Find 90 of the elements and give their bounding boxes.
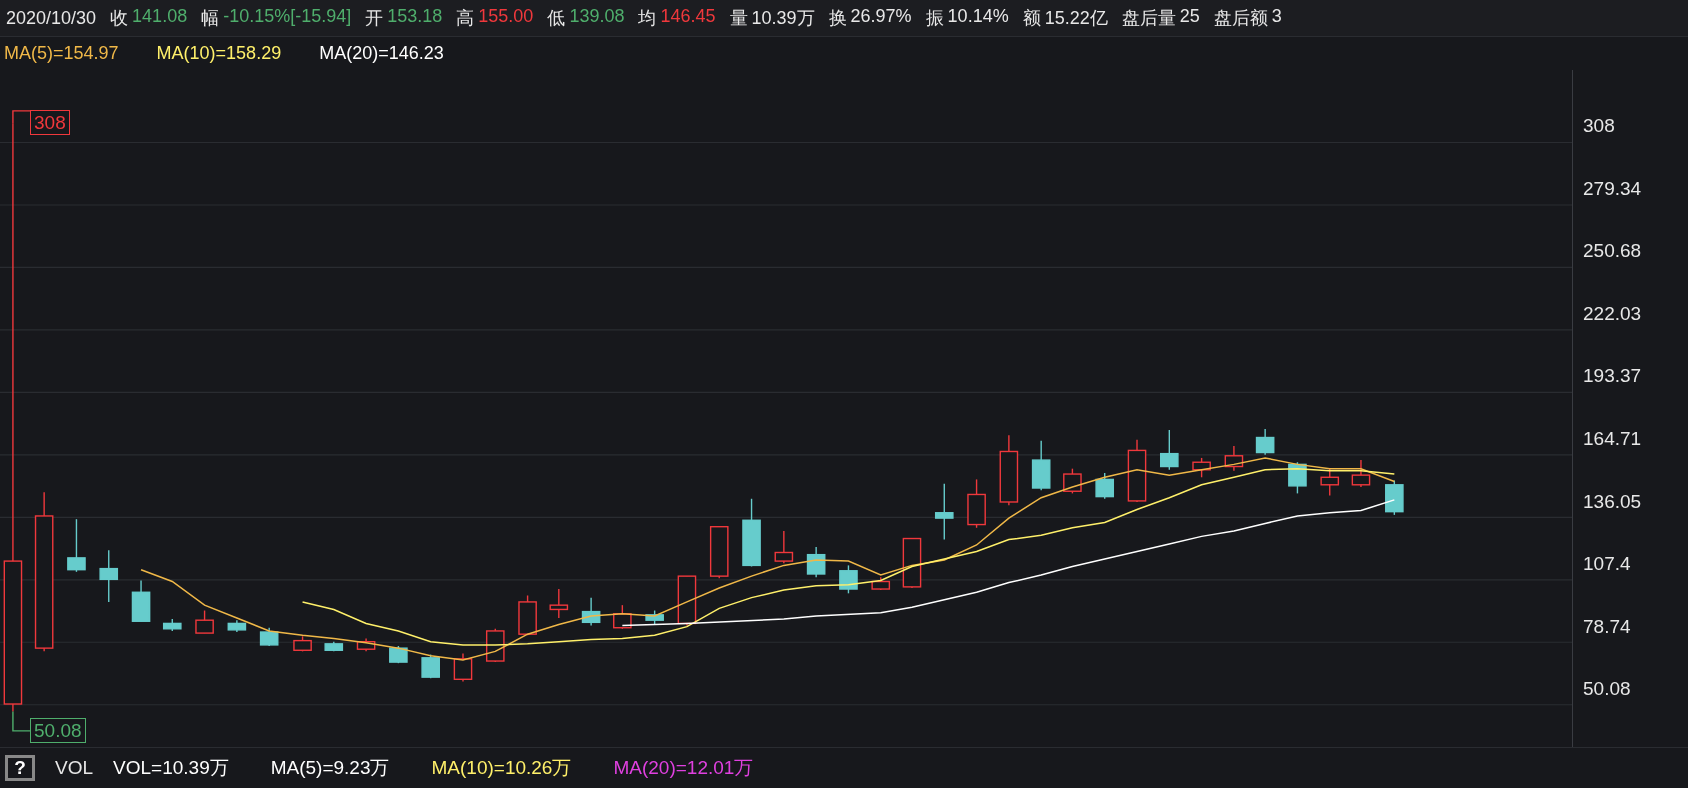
stat-value: 26.97% xyxy=(850,6,912,28)
candlestick xyxy=(1160,429,1179,471)
axis-tick-label: 279.34 xyxy=(1583,177,1643,201)
candlestick xyxy=(774,530,794,564)
candlestick xyxy=(518,594,537,636)
stat-label: 量 xyxy=(729,7,748,30)
axis-tick-label: 222.03 xyxy=(1583,302,1643,326)
candlestick xyxy=(871,576,891,591)
axis-tick-label: 164.71 xyxy=(1583,427,1643,451)
axis-tick-label: 107.4 xyxy=(1583,553,1632,577)
candlestick xyxy=(1031,440,1051,491)
stat-label: 振 xyxy=(925,7,944,30)
candlestick xyxy=(839,564,858,595)
stat-value: -10.15%[-15.94] xyxy=(223,6,352,28)
candlestick xyxy=(1288,461,1307,495)
candlestick xyxy=(324,641,344,653)
help-button[interactable]: ? xyxy=(5,755,35,781)
stat-value: 141.08 xyxy=(132,6,188,28)
leader-line xyxy=(12,110,31,125)
axis-tick-label: 250.68 xyxy=(1583,240,1643,264)
candlestick xyxy=(806,546,826,578)
moving-average-value: MA(20)=146.23 xyxy=(319,43,444,64)
candlestick xyxy=(1224,445,1244,472)
candlestick xyxy=(293,635,312,653)
candlestick xyxy=(259,627,279,647)
axis-tick-label: 50.08 xyxy=(1583,678,1632,702)
candlestick xyxy=(162,618,182,632)
candlestick xyxy=(1127,438,1147,503)
candlestick xyxy=(742,498,761,568)
candlestick xyxy=(999,434,1019,506)
candlestick xyxy=(1192,457,1211,478)
candlestick xyxy=(1063,468,1082,495)
stat-value: 10.39万 xyxy=(751,7,815,30)
axis-tick-label: 78.74 xyxy=(1583,615,1632,639)
volume-value: VOL=10.39万 xyxy=(113,756,229,780)
moving-average-value: MA(5)=154.97 xyxy=(4,43,119,64)
stat-label: 均 xyxy=(638,7,657,30)
date-label: 2020/10/30 xyxy=(6,7,97,29)
candlestick xyxy=(677,575,697,627)
stat-label: 换 xyxy=(828,7,847,30)
candlestick xyxy=(581,596,601,627)
stat-label: 高 xyxy=(456,7,475,30)
candlestick xyxy=(421,653,440,679)
volume-value: MA(20)=12.01万 xyxy=(613,756,754,780)
stat-value: 155.00 xyxy=(478,6,534,28)
stat-value: 139.08 xyxy=(569,6,625,28)
stat-value: 3 xyxy=(1271,6,1282,28)
candlestick xyxy=(227,619,247,633)
candlestick xyxy=(195,609,214,634)
stat-label: 开 xyxy=(365,7,384,30)
moving-average-value: MA(10)=158.29 xyxy=(156,43,282,64)
candlestick xyxy=(485,628,505,663)
stat-value: 15.22亿 xyxy=(1044,7,1108,30)
stat-value: 146.45 xyxy=(660,6,716,28)
candlestick xyxy=(645,609,664,626)
candlestick xyxy=(1320,468,1340,497)
candlestick xyxy=(549,588,569,619)
candlestick xyxy=(613,604,632,630)
candlestick xyxy=(967,478,986,529)
leader-line xyxy=(12,710,31,732)
candlestick xyxy=(1095,472,1114,500)
axis-tick-label: 308 xyxy=(1583,115,1616,138)
candlestick xyxy=(99,549,119,603)
candlestick xyxy=(1385,479,1404,516)
stat-label: 盘后额 xyxy=(1213,7,1268,30)
candlestick xyxy=(1351,459,1371,488)
candlestick xyxy=(1255,428,1275,456)
stat-label: 收 xyxy=(110,7,129,30)
candlestick xyxy=(356,637,376,653)
candlestick xyxy=(902,537,922,589)
axis-tick-label: 193.37 xyxy=(1583,365,1643,389)
stat-label: 低 xyxy=(547,7,566,30)
stat-label: 幅 xyxy=(201,7,220,30)
indicator-name: VOL xyxy=(55,757,94,779)
stat-value: 153.18 xyxy=(387,6,443,28)
candlestick xyxy=(453,652,473,683)
min-price-label: 50.08 xyxy=(30,718,86,743)
volume-value: MA(5)=9.23万 xyxy=(270,756,390,780)
axis-tick-label: 136.05 xyxy=(1583,490,1643,514)
stat-value: 10.14% xyxy=(947,6,1009,28)
candlestick xyxy=(389,645,408,664)
max-price-label: 308 xyxy=(30,110,70,135)
stat-label: 额 xyxy=(1022,7,1041,30)
stat-label: 盘后量 xyxy=(1121,7,1176,30)
candlestick xyxy=(709,526,729,579)
candlestick xyxy=(934,483,954,541)
candlestick xyxy=(131,579,151,622)
candlestick xyxy=(67,518,86,573)
volume-value: MA(10)=10.26万 xyxy=(431,756,572,780)
stat-value: 25 xyxy=(1179,6,1200,28)
